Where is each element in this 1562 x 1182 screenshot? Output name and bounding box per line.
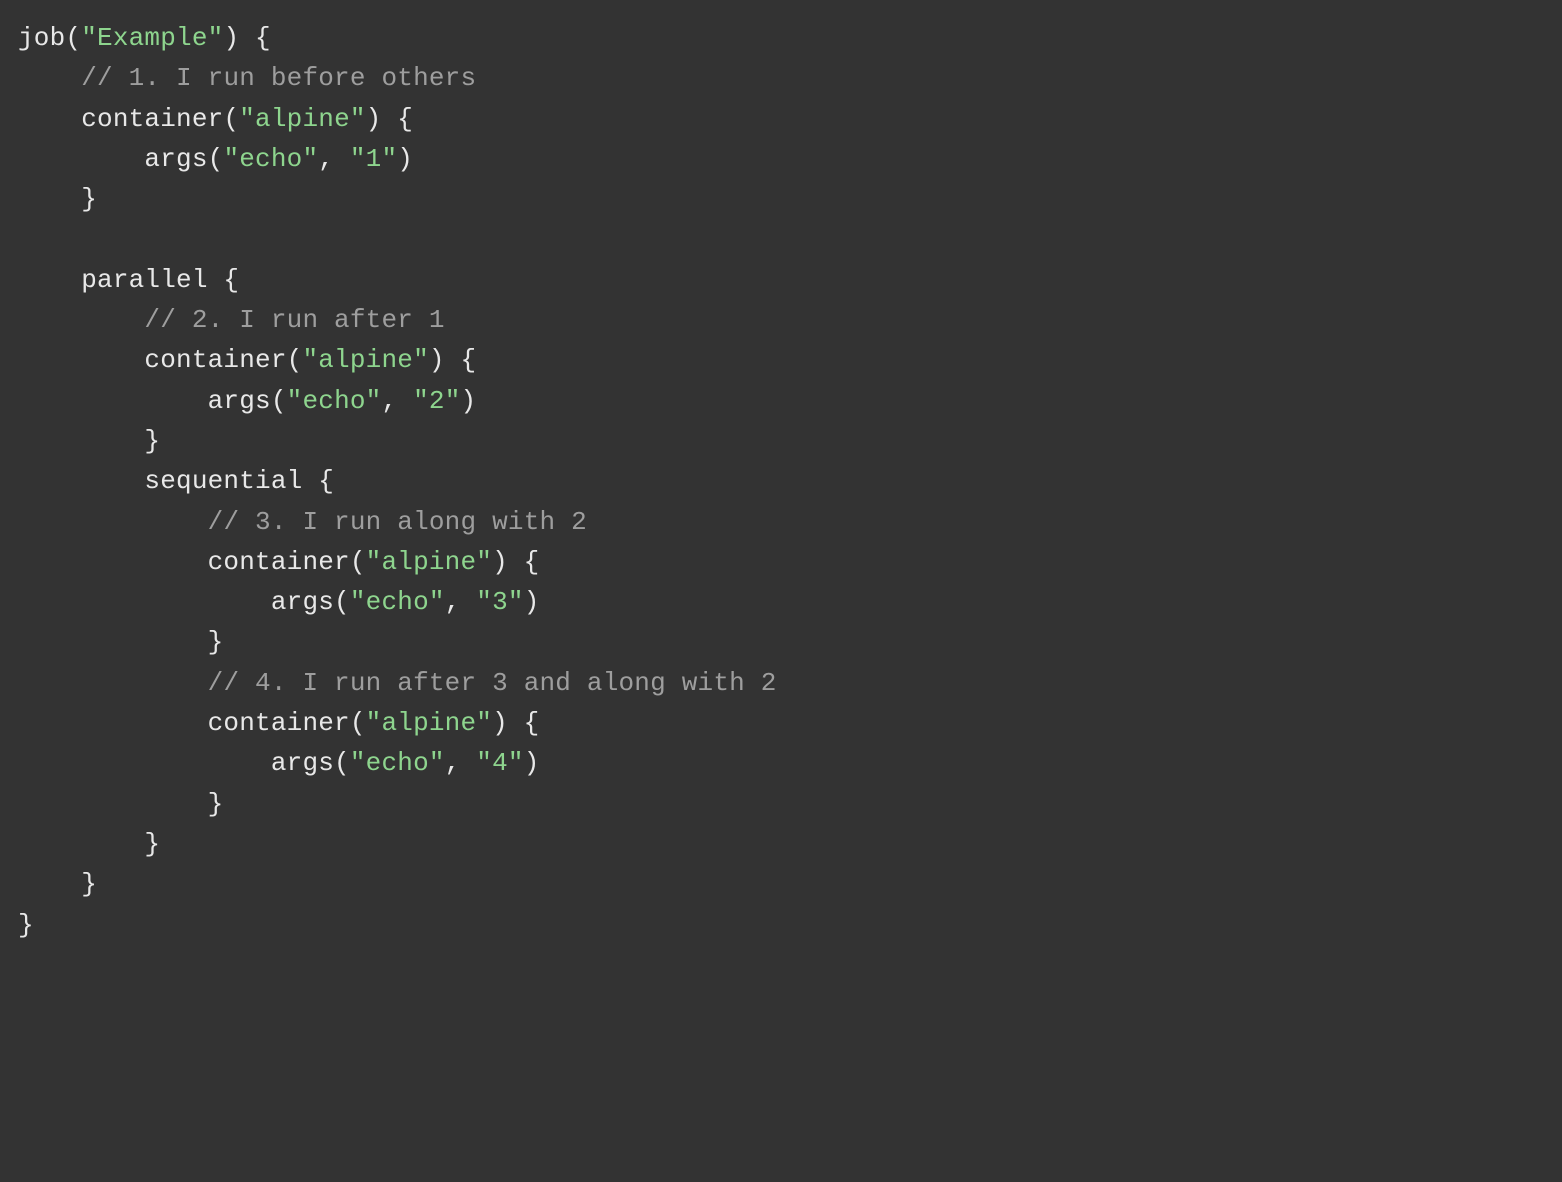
code-token: ) (524, 587, 540, 617)
code-token: args( (18, 748, 350, 778)
code-token: ) { (429, 345, 476, 375)
code-token: ) { (492, 708, 539, 738)
code-token: } (18, 910, 34, 940)
code-token: "alpine" (239, 104, 365, 134)
code-token: args( (18, 587, 350, 617)
code-token (18, 63, 81, 93)
code-token: container( (18, 547, 366, 577)
code-token: , (445, 748, 477, 778)
code-token: } (18, 869, 97, 899)
code-token (18, 507, 208, 537)
code-token: } (18, 184, 97, 214)
code-token: // 4. I run after 3 and along with 2 (208, 668, 777, 698)
code-token: } (18, 627, 223, 657)
code-token: } (18, 789, 223, 819)
code-token: "4" (476, 748, 523, 778)
code-token: // 1. I run before others (81, 63, 476, 93)
code-token: ) { (366, 104, 413, 134)
code-token: } (18, 829, 160, 859)
code-token: "alpine" (366, 708, 492, 738)
code-token: ) (461, 386, 477, 416)
code-token: container( (18, 708, 366, 738)
code-token: "2" (413, 386, 460, 416)
code-token: ) (524, 748, 540, 778)
code-token: ) (397, 144, 413, 174)
code-token: , (318, 144, 350, 174)
code-token: container( (18, 104, 239, 134)
code-token: job( (18, 23, 81, 53)
code-token: "echo" (350, 587, 445, 617)
code-token: parallel { (18, 265, 239, 295)
code-token: sequential { (18, 466, 334, 496)
code-token: container( (18, 345, 302, 375)
code-token: , (381, 386, 413, 416)
code-token: // 3. I run along with 2 (208, 507, 587, 537)
code-token: ) { (223, 23, 270, 53)
code-token: "echo" (223, 144, 318, 174)
code-token (18, 668, 208, 698)
code-token: "1" (350, 144, 397, 174)
code-token: args( (18, 386, 287, 416)
code-token: "3" (476, 587, 523, 617)
code-token: "Example" (81, 23, 223, 53)
code-block[interactable]: job("Example") { // 1. I run before othe… (0, 0, 1562, 963)
code-token: ) { (492, 547, 539, 577)
code-token: "alpine" (366, 547, 492, 577)
code-token: "echo" (350, 748, 445, 778)
code-token: , (445, 587, 477, 617)
code-token: "echo" (287, 386, 382, 416)
code-token: // 2. I run after 1 (144, 305, 444, 335)
code-token: args( (18, 144, 223, 174)
code-token: } (18, 426, 160, 456)
code-token: "alpine" (302, 345, 428, 375)
code-token (18, 305, 144, 335)
